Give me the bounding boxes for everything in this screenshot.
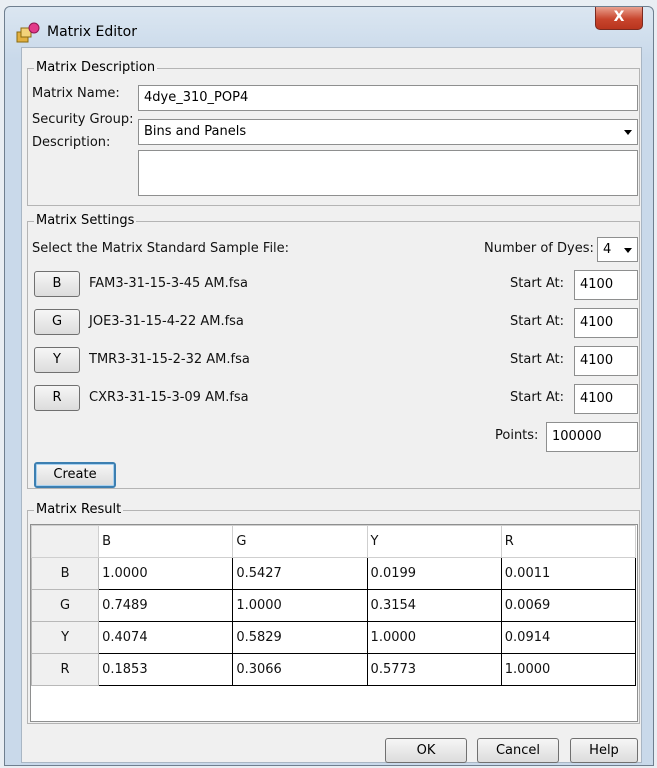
points-label: Points: bbox=[495, 428, 539, 443]
matrix-cell[interactable]: 0.5829 bbox=[232, 621, 368, 654]
column-header-r[interactable]: R bbox=[500, 525, 637, 558]
matrix-editor-window: Matrix Editor X Matrix Description Matri… bbox=[4, 6, 654, 766]
dye-g-start-label: Start At: bbox=[510, 314, 565, 329]
matrix-result-table-container: B G Y R B 1.0000 0.5427 0.0199 0.0011 G bbox=[30, 524, 638, 722]
dye-b-start-label: Start At: bbox=[510, 276, 565, 291]
row-header-r[interactable]: R bbox=[30, 653, 100, 686]
column-header-g[interactable]: G bbox=[232, 525, 368, 558]
matrix-cell[interactable]: 0.0199 bbox=[366, 557, 502, 590]
cancel-button[interactable]: Cancel bbox=[477, 738, 559, 763]
dye-b-button[interactable]: B bbox=[34, 271, 80, 297]
dye-b-file: FAM3-31-15-3-45 AM.fsa bbox=[89, 276, 249, 291]
dye-y-button[interactable]: Y bbox=[34, 347, 80, 373]
table-header-row: B G Y R bbox=[30, 525, 637, 558]
window-title: Matrix Editor bbox=[47, 24, 137, 40]
table-corner-cell bbox=[30, 525, 100, 558]
row-header-b[interactable]: B bbox=[30, 557, 100, 590]
dialog-client-area: Matrix Description Matrix Name: 4dye_310… bbox=[21, 47, 642, 763]
table-row: B 1.0000 0.5427 0.0199 0.0011 bbox=[30, 557, 637, 590]
dye-g-button[interactable]: G bbox=[34, 309, 80, 335]
matrix-cell[interactable]: 0.1853 bbox=[98, 653, 234, 686]
dye-y-start-input[interactable]: 4100 bbox=[574, 346, 638, 376]
matrix-cell[interactable]: 1.0000 bbox=[500, 653, 637, 686]
points-input[interactable]: 100000 bbox=[546, 422, 638, 452]
description-label: Description: bbox=[32, 135, 111, 150]
matrix-cell[interactable]: 1.0000 bbox=[366, 621, 502, 654]
security-group-value: Bins and Panels bbox=[144, 124, 247, 139]
matrix-cell[interactable]: 0.7489 bbox=[98, 589, 234, 622]
matrix-description-group: Matrix Description Matrix Name: 4dye_310… bbox=[27, 60, 640, 206]
column-header-y[interactable]: Y bbox=[366, 525, 502, 558]
matrix-name-label: Matrix Name: bbox=[32, 86, 120, 101]
ok-button[interactable]: OK bbox=[385, 738, 467, 763]
matrix-name-input[interactable]: 4dye_310_POP4 bbox=[138, 85, 638, 111]
matrix-description-legend: Matrix Description bbox=[34, 60, 158, 75]
table-row: G 0.7489 1.0000 0.3154 0.0069 bbox=[30, 589, 637, 622]
create-button[interactable]: Create bbox=[34, 462, 116, 488]
dye-r-start-input[interactable]: 4100 bbox=[574, 384, 638, 414]
matrix-result-legend: Matrix Result bbox=[34, 502, 124, 517]
matrix-cell[interactable]: 0.5773 bbox=[366, 653, 502, 686]
row-header-g[interactable]: G bbox=[30, 589, 100, 622]
chevron-down-icon bbox=[624, 130, 632, 135]
chevron-down-icon bbox=[624, 248, 632, 253]
security-group-label: Security Group: bbox=[32, 112, 134, 127]
dye-g-file: JOE3-31-15-4-22 AM.fsa bbox=[89, 314, 244, 329]
close-icon: X bbox=[613, 9, 625, 25]
matrix-result-group: Matrix Result B G Y R B 1.0000 0.5427 0.… bbox=[27, 502, 640, 724]
matrix-settings-legend: Matrix Settings bbox=[34, 213, 137, 228]
matrix-cell[interactable]: 0.3154 bbox=[366, 589, 502, 622]
dye-r-file: CXR3-31-15-3-09 AM.fsa bbox=[89, 390, 249, 405]
matrix-cell[interactable]: 0.3066 bbox=[232, 653, 368, 686]
table-row: Y 0.4074 0.5829 1.0000 0.0914 bbox=[30, 621, 637, 654]
close-button[interactable]: X bbox=[595, 7, 643, 30]
matrix-cell[interactable]: 0.0069 bbox=[500, 589, 637, 622]
dye-g-start-input[interactable]: 4100 bbox=[574, 308, 638, 338]
number-of-dyes-value: 4 bbox=[603, 242, 612, 257]
matrix-cell[interactable]: 0.5427 bbox=[232, 557, 368, 590]
dye-r-button[interactable]: R bbox=[34, 385, 80, 411]
row-header-y[interactable]: Y bbox=[30, 621, 100, 654]
matrix-cell[interactable]: 0.0914 bbox=[500, 621, 637, 654]
table-row: R 0.1853 0.3066 0.5773 1.0000 bbox=[30, 653, 637, 686]
help-button[interactable]: Help bbox=[570, 738, 638, 763]
number-of-dyes-dropdown[interactable]: 4 bbox=[597, 237, 638, 262]
matrix-cell[interactable]: 0.0011 bbox=[500, 557, 637, 590]
dye-y-start-label: Start At: bbox=[510, 352, 565, 367]
select-standard-file-label: Select the Matrix Standard Sample File: bbox=[32, 241, 290, 256]
description-textarea[interactable] bbox=[138, 150, 638, 196]
dye-b-start-input[interactable]: 4100 bbox=[574, 270, 638, 300]
number-of-dyes-label: Number of Dyes: bbox=[484, 241, 594, 256]
matrix-cell[interactable]: 0.4074 bbox=[98, 621, 234, 654]
dye-y-file: TMR3-31-15-2-32 AM.fsa bbox=[89, 352, 250, 367]
matrix-editor-app-icon bbox=[16, 22, 40, 43]
matrix-cell[interactable]: 1.0000 bbox=[98, 557, 234, 590]
matrix-settings-group: Matrix Settings Select the Matrix Standa… bbox=[27, 213, 640, 489]
column-header-b[interactable]: B bbox=[98, 525, 234, 558]
dye-r-start-label: Start At: bbox=[510, 390, 565, 405]
security-group-dropdown[interactable]: Bins and Panels bbox=[138, 119, 638, 145]
matrix-result-table: B G Y R B 1.0000 0.5427 0.0199 0.0011 G bbox=[30, 525, 637, 686]
matrix-cell[interactable]: 1.0000 bbox=[232, 589, 368, 622]
